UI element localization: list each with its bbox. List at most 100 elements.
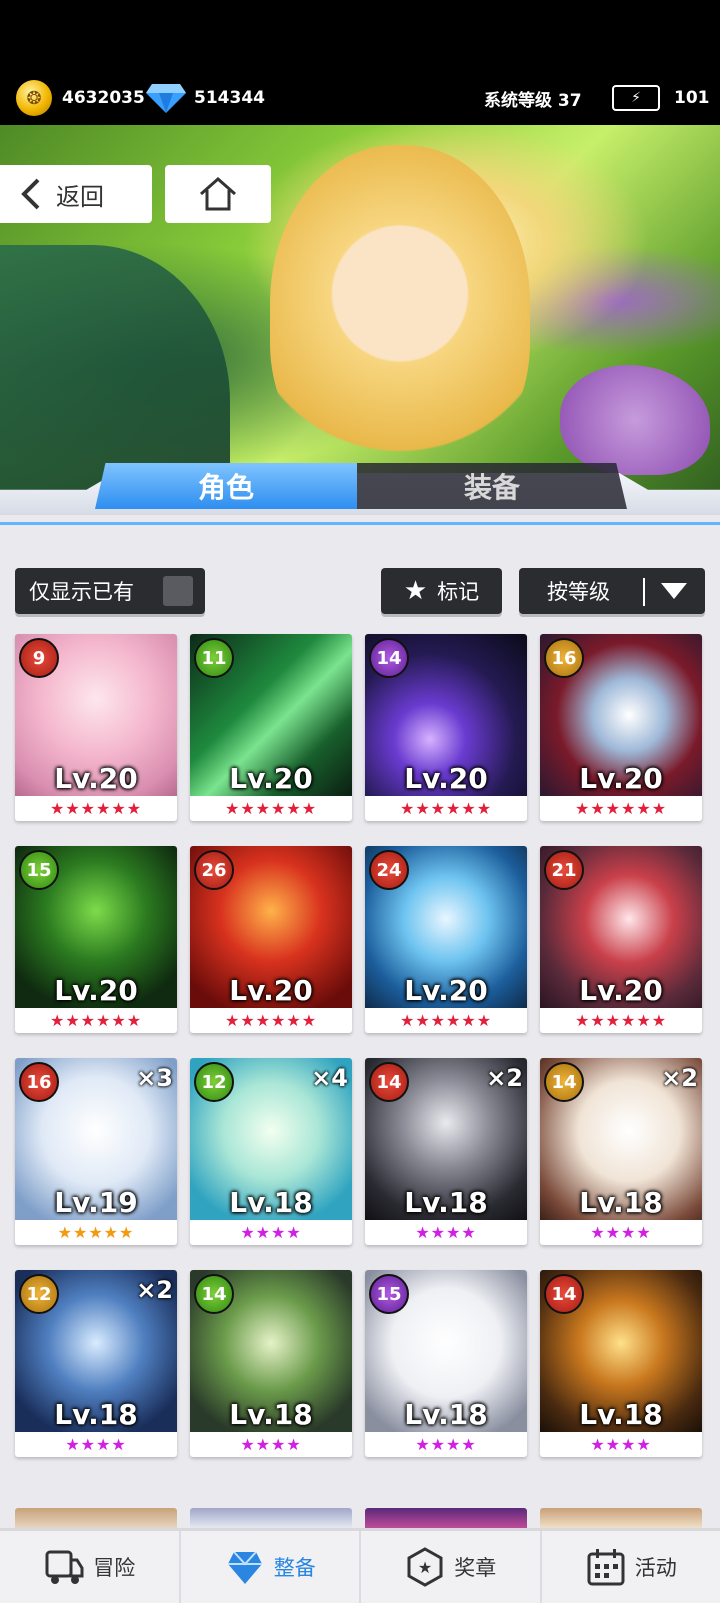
card-level: Lv.18 (190, 1398, 352, 1432)
character-card-partial[interactable] (15, 1508, 177, 1528)
home-button[interactable] (165, 165, 271, 223)
card-duplicate-count: ×3 (136, 1064, 173, 1092)
card-level-badge: 15 (19, 850, 59, 890)
character-card[interactable]: 11 Lv.20 ★★★★★★ (190, 634, 352, 821)
character-card[interactable]: 15 Lv.20 ★★★★★★ (15, 846, 177, 1033)
card-level-badge: 26 (194, 850, 234, 890)
character-card-partial[interactable] (190, 1508, 352, 1528)
card-stars: ★★★★★★ (365, 796, 527, 821)
card-stars: ★★★★★★ (15, 796, 177, 821)
card-level: Lv.20 (15, 762, 177, 796)
card-level: Lv.18 (540, 1398, 702, 1432)
character-card[interactable]: 14 Lv.20 ★★★★★★ (365, 634, 527, 821)
character-card[interactable]: 12 ×2 Lv.18 ★★★★ (15, 1270, 177, 1457)
card-level: Lv.20 (365, 974, 527, 1008)
battery-icon: ⚡ (612, 85, 660, 111)
nav-prepare[interactable]: 整备 (181, 1531, 362, 1603)
card-stars: ★★★★ (365, 1220, 527, 1245)
owned-only-label: 仅显示已有 (29, 576, 134, 606)
home-icon (198, 176, 238, 212)
card-level: Lv.20 (190, 974, 352, 1008)
tab-characters[interactable]: 角色 (95, 463, 357, 509)
card-stars: ★★★★ (190, 1220, 352, 1245)
card-level-badge: 16 (19, 1062, 59, 1102)
card-duplicate-count: ×2 (136, 1276, 173, 1304)
card-stars: ★★★★ (540, 1220, 702, 1245)
coin-icon: ❂ (16, 80, 52, 116)
owned-only-toggle[interactable]: 仅显示已有 (15, 568, 205, 614)
card-stars: ★★★★★★ (365, 1008, 527, 1033)
card-stars: ★★★★ (15, 1432, 177, 1457)
card-duplicate-count: ×2 (486, 1064, 523, 1092)
card-level-badge: 12 (194, 1062, 234, 1102)
character-card[interactable]: 16 Lv.20 ★★★★★★ (540, 634, 702, 821)
gem-counter[interactable]: 514344 (146, 80, 265, 116)
energy-amount: 101 (674, 88, 710, 108)
character-card[interactable]: 12 ×4 Lv.18 ★★★★ (190, 1058, 352, 1245)
card-level-badge: 14 (544, 1274, 584, 1314)
card-level: Lv.20 (15, 974, 177, 1008)
card-stars: ★★★★★★ (15, 1008, 177, 1033)
nav-events-label: 活动 (635, 1552, 677, 1582)
nav-medals-label: 奖章 (454, 1552, 496, 1582)
energy-counter[interactable]: ⚡ 101 (612, 80, 710, 116)
owned-only-checkbox[interactable] (163, 576, 193, 606)
card-level-badge: 14 (194, 1274, 234, 1314)
card-level-badge: 14 (544, 1062, 584, 1102)
chevron-down-icon (659, 581, 689, 601)
card-level: Lv.20 (540, 762, 702, 796)
character-card[interactable]: 15 Lv.18 ★★★★ (365, 1270, 527, 1457)
card-stars: ★★★★ (365, 1432, 527, 1457)
card-level: Lv.18 (190, 1186, 352, 1220)
category-tabs: 角色 装备 (0, 463, 720, 525)
card-level: Lv.18 (365, 1398, 527, 1432)
character-card[interactable]: 16 ×3 Lv.19 ★★★★★ (15, 1058, 177, 1245)
medal-icon: ★ (404, 1546, 446, 1588)
card-level-badge: 24 (369, 850, 409, 890)
character-card[interactable]: 14 Lv.18 ★★★★ (190, 1270, 352, 1457)
character-card[interactable]: 26 Lv.20 ★★★★★★ (190, 846, 352, 1033)
card-level-badge: 15 (369, 1274, 409, 1314)
character-card[interactable]: 14 ×2 Lv.18 ★★★★ (540, 1058, 702, 1245)
top-resource-bar: ❂ 4632035 514344 系统等级 37 ⚡ 101 (0, 0, 720, 125)
character-card[interactable]: 24 Lv.20 ★★★★★★ (365, 846, 527, 1033)
nav-adventure[interactable]: 冒险 (0, 1531, 181, 1603)
nav-prepare-label: 整备 (274, 1552, 316, 1582)
back-button[interactable]: 返回 (0, 165, 152, 223)
sort-divider (643, 578, 645, 606)
character-card[interactable]: 14 ×2 Lv.18 ★★★★ (365, 1058, 527, 1245)
coin-counter[interactable]: ❂ 4632035 (16, 80, 145, 116)
card-stars: ★★★★★★ (540, 796, 702, 821)
tab-underline (0, 522, 720, 525)
character-card-partial[interactable] (540, 1508, 702, 1528)
character-card[interactable]: 21 Lv.20 ★★★★★★ (540, 846, 702, 1033)
card-level: Lv.20 (540, 974, 702, 1008)
card-level-badge: 12 (19, 1274, 59, 1314)
banner-art-character (270, 145, 530, 475)
card-stars: ★★★★★ (15, 1220, 177, 1245)
card-stars: ★★★★ (190, 1432, 352, 1457)
diamond-icon (146, 82, 186, 114)
truck-icon (43, 1546, 85, 1588)
card-level: Lv.18 (365, 1186, 527, 1220)
card-level-badge: 14 (369, 1062, 409, 1102)
character-card-partial[interactable] (365, 1508, 527, 1528)
mark-button[interactable]: ★ 标记 (381, 568, 502, 614)
gem-heart-icon (224, 1546, 266, 1588)
nav-medals[interactable]: ★ 奖章 (361, 1531, 542, 1603)
mark-button-label: 标记 (437, 576, 479, 606)
tab-equipment-label: 装备 (464, 466, 520, 506)
tab-equipment[interactable]: 装备 (357, 463, 627, 509)
card-level: Lv.19 (15, 1186, 177, 1220)
character-card[interactable]: 14 Lv.18 ★★★★ (540, 1270, 702, 1457)
card-duplicate-count: ×2 (661, 1064, 698, 1092)
card-stars: ★★★★ (540, 1432, 702, 1457)
sort-dropdown[interactable]: 按等级 (519, 568, 705, 614)
card-level-badge: 9 (19, 638, 59, 678)
svg-text:★: ★ (418, 1558, 432, 1577)
nav-events[interactable]: 活动 (542, 1531, 720, 1603)
back-button-label: 返回 (56, 177, 104, 212)
character-card[interactable]: 9 Lv.20 ★★★★★★ (15, 634, 177, 821)
card-level-badge: 14 (369, 638, 409, 678)
sort-dropdown-label: 按等级 (547, 576, 610, 606)
